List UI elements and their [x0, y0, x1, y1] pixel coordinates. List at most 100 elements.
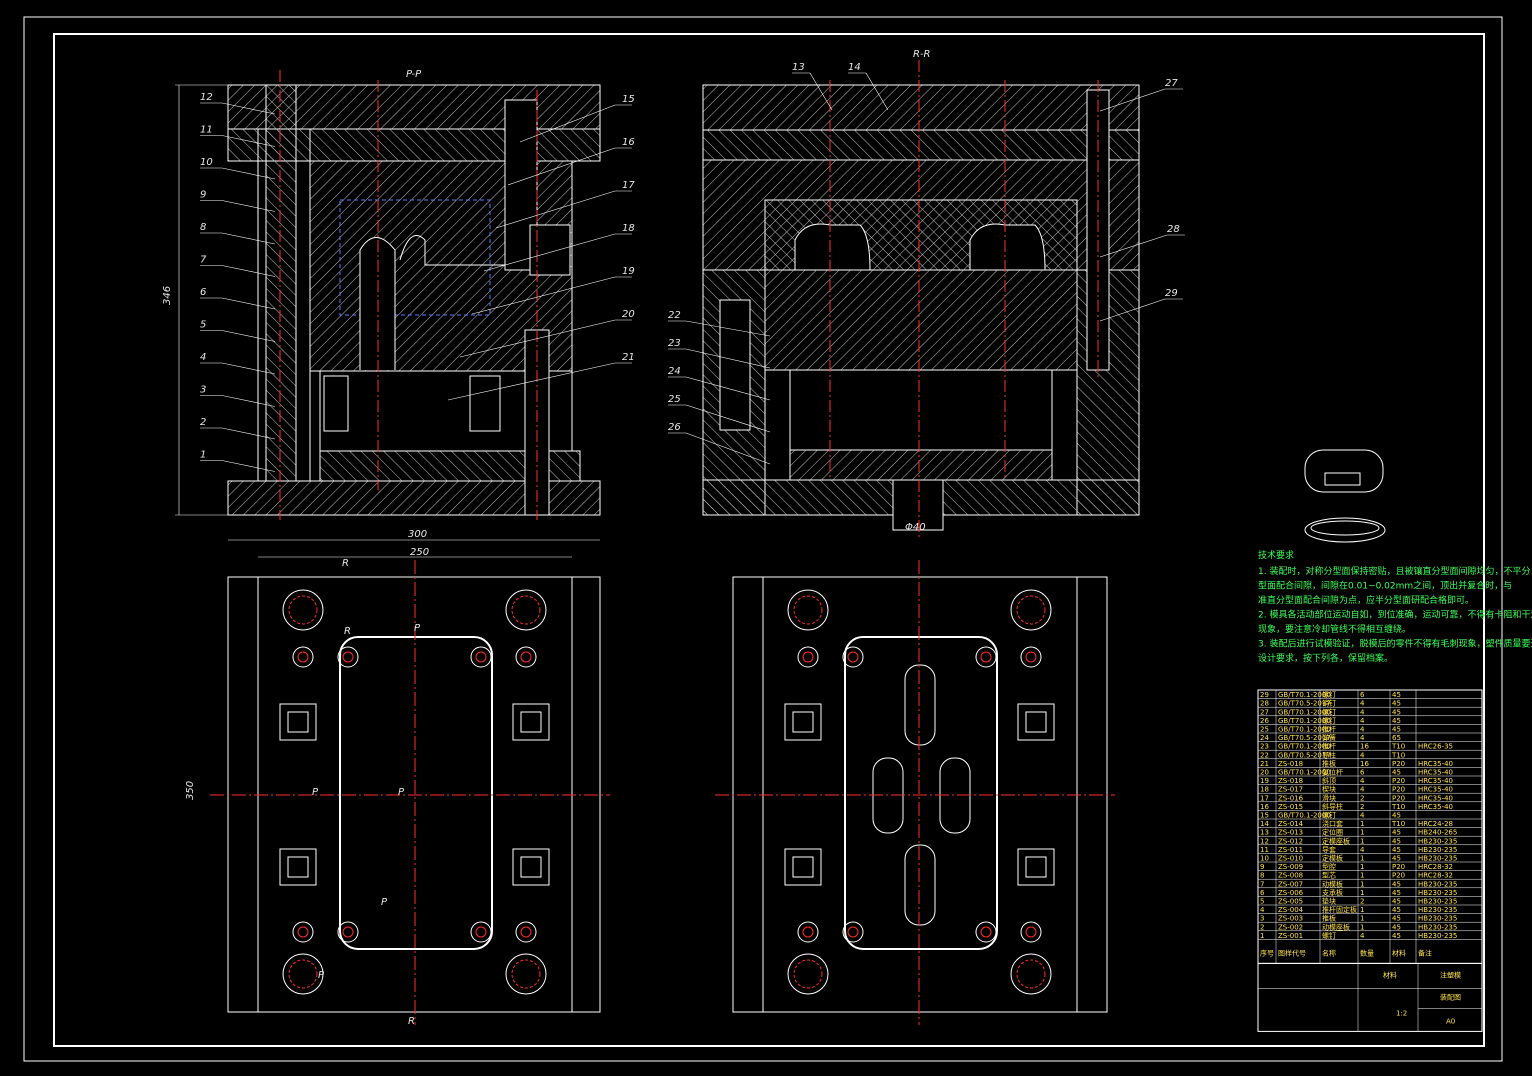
part-number-26: 26: [668, 422, 681, 433]
bom-cell: 导柱: [1322, 750, 1336, 759]
part-number-19: 19: [622, 266, 635, 277]
bom-cell: 4: [1360, 812, 1365, 820]
bom-cell: 45: [1392, 915, 1401, 923]
notes-line: 3. 装配后进行试模验证，脱模后的零件不得有毛刺现象，塑件质量要达到: [1258, 638, 1532, 650]
bom-cell: 25: [1260, 726, 1269, 734]
bom-cell: 推杆固定板: [1322, 905, 1357, 914]
bom-cell: 1: [1360, 837, 1364, 845]
bom-cell: ZS-006: [1278, 889, 1304, 897]
bom-cell: 2: [1360, 794, 1364, 802]
bom-cell: 2: [1360, 803, 1364, 811]
bom-cell: T10: [1391, 820, 1405, 828]
part-number-6: 6: [200, 287, 206, 298]
bom-cell: HB230-235: [1418, 846, 1457, 854]
bom-cell: 16: [1360, 743, 1369, 751]
bom-cell: 浇口套: [1322, 819, 1343, 828]
bom-cell: HRC35-40: [1418, 769, 1453, 777]
part-number-23: 23: [668, 338, 681, 349]
bom-cell: 16: [1260, 803, 1269, 811]
bom-cell: ZS-015: [1278, 803, 1303, 811]
section-mark-r: R: [344, 626, 351, 637]
section-mark-p: P: [312, 787, 319, 798]
bom-cell: 6: [1360, 769, 1365, 777]
bom-cell: ZS-001: [1278, 932, 1303, 940]
bom-cell: HB230-235: [1418, 915, 1457, 923]
bom-cell: 45: [1392, 855, 1401, 863]
plan-view-fixed-half: [715, 560, 1115, 1025]
bom-cell: 推板: [1322, 759, 1336, 768]
bom-cell: 28: [1260, 700, 1269, 708]
part-number-14: 14: [848, 62, 861, 73]
plan-fixed-small-hole: [797, 646, 819, 668]
bom-cell: 45: [1392, 691, 1401, 699]
bom-cell: HRC26-35: [1418, 743, 1453, 751]
bom-cell: HB230-235: [1418, 889, 1457, 897]
bom-cell: 1: [1360, 915, 1364, 923]
bom-cell: 1: [1360, 872, 1364, 880]
bom-cell: HRC35-40: [1418, 794, 1453, 802]
bom-cell: 1: [1360, 880, 1364, 888]
bom-cell: 26: [1260, 717, 1269, 725]
bom-cell: HB230-235: [1418, 906, 1457, 914]
plan-moving-small-hole: [515, 646, 537, 668]
bom-cell: ZS-012: [1278, 837, 1303, 845]
section-mark-p: P: [414, 623, 421, 634]
bom-cell: 螺钉: [1322, 931, 1336, 940]
bom-cell: 24: [1260, 734, 1269, 742]
bom-cell: 推杆: [1322, 725, 1336, 734]
bom-cell: ZS-002: [1278, 923, 1303, 931]
bom-header-cell: 名称: [1322, 948, 1336, 957]
bom-cell: 29: [1260, 691, 1269, 699]
bom-cell: 45: [1392, 726, 1401, 734]
bom-cell: P20: [1392, 872, 1405, 880]
bom-cell: 1: [1360, 855, 1364, 863]
part-number-17: 17: [622, 180, 635, 191]
titleblock-title: 装配图: [1440, 992, 1461, 1001]
part-number-5: 5: [200, 320, 206, 331]
plan-moving-small-hole: [470, 646, 492, 668]
bom-cell: 1: [1260, 932, 1264, 940]
bom-cell: 螺钉: [1322, 716, 1336, 725]
bom-cell: 23: [1260, 743, 1269, 751]
bom-cell: 45: [1392, 829, 1401, 837]
bom-cell: HRC35-40: [1418, 777, 1453, 785]
bom-cell: 定位圈: [1322, 828, 1343, 837]
bom-cell: 27: [1260, 708, 1269, 716]
bom-cell: 4: [1360, 751, 1365, 759]
bom-cell: T10: [1391, 751, 1405, 759]
bom-cell: 螺钉: [1322, 690, 1336, 699]
bom-cell: 4: [1360, 932, 1365, 940]
plan-fixed-small-hole: [797, 921, 819, 943]
bom-table: 29 GB/T70.1-2000螺钉 6 4528 GB/T70.5-2017销钉 4 45…: [1257, 689, 1483, 1032]
bom-cell: 14: [1260, 820, 1269, 828]
dim-width-outer-label: 300: [408, 529, 427, 540]
titleblock-material: 材料: [1383, 970, 1397, 979]
bom-cell: 滑块: [1322, 793, 1336, 802]
bom-cell: P20: [1392, 777, 1405, 785]
bom-cell: HRC28-32: [1418, 872, 1453, 880]
plan-moving-guide-block: [512, 703, 550, 741]
bom-cell: 4: [1360, 717, 1365, 725]
plan-moving-small-hole: [292, 646, 314, 668]
notes-heading: 技术要求: [1258, 549, 1294, 561]
plan-fixed-guide-block: [784, 848, 822, 886]
bom-cell: 45: [1392, 898, 1401, 906]
notes-line: 型面配合间隙，间隙在0.01~0.02mm之间，顶出并复合时，与: [1258, 580, 1512, 592]
bom-cell: 22: [1260, 751, 1269, 759]
bom-cell: 15: [1260, 812, 1269, 820]
bom-cell: 21: [1260, 760, 1269, 768]
plan-moving-guide-block: [512, 848, 550, 886]
bom-cell: ZS-018: [1278, 760, 1303, 768]
bom-cell: 45: [1392, 812, 1401, 820]
plan-moving-small-hole: [292, 921, 314, 943]
product-sketch: [1304, 449, 1386, 543]
notes-line: 2. 模具各活动部位运动自如，到位准确，运动可靠，不得有卡阻和干涉: [1258, 609, 1532, 621]
bom-cell: 45: [1392, 769, 1401, 777]
bom-cell: P20: [1392, 786, 1405, 794]
bom-cell: 10: [1260, 855, 1269, 863]
bom-cell: 5: [1260, 898, 1264, 906]
bom-cell: 4: [1360, 726, 1365, 734]
bom-cell: 45: [1392, 837, 1401, 845]
cad-drawing: P-P 346 121110987654321 15161718192021 R…: [23, 16, 1532, 1062]
section-mark-r: R: [342, 558, 349, 569]
